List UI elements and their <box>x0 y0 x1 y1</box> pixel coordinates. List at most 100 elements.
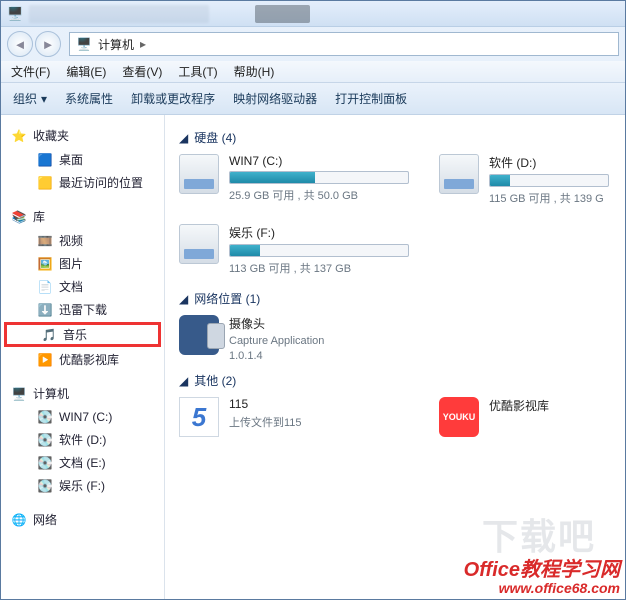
youku-icon: ▶️ <box>37 352 53 368</box>
sidebar-item-label: 最近访问的位置 <box>59 174 143 191</box>
back-button[interactable]: ◄ <box>7 31 33 57</box>
address-bar-row: ◄ ► 🖥️ 计算机 ▸ <box>1 27 625 61</box>
drive-icon <box>179 224 219 264</box>
other-youku[interactable]: YOUKU 优酷影视库 <box>439 397 609 437</box>
star-icon: ⭐ <box>11 128 27 144</box>
main-pane: ◢ 硬盘 (4) WIN7 (C:) 25.9 GB 可用 , 共 50.0 G… <box>165 115 625 599</box>
organize-button[interactable]: 组织 ▾ <box>13 90 47 107</box>
toolbar-controlpanel[interactable]: 打开控制面板 <box>335 90 407 107</box>
sidebar-item-label: 桌面 <box>59 151 83 168</box>
drive-usage-text: 115 GB 可用 , 共 139 G <box>489 190 609 206</box>
video-icon: 🎞️ <box>37 233 53 249</box>
sidebar-favorites-label: 收藏夹 <box>33 127 69 144</box>
item-title: 115 <box>229 397 302 411</box>
menu-file[interactable]: 文件(F) <box>11 63 50 80</box>
sidebar-libraries-label: 库 <box>33 208 45 225</box>
collapse-arrow-icon: ◢ <box>179 374 188 388</box>
sidebar-item-music[interactable]: 🎵 音乐 <box>5 323 160 346</box>
sidebar-network-label: 网络 <box>33 511 57 528</box>
sidebar: ⭐ 收藏夹 🟦 桌面 🟨 最近访问的位置 📚 库 🎞️ 视频 🖼️ <box>1 115 165 599</box>
sidebar-item-label: 文档 <box>59 278 83 295</box>
breadcrumb-sep[interactable]: ▸ <box>140 37 146 51</box>
sidebar-item-drive-c[interactable]: 💽 WIN7 (C:) <box>1 406 164 428</box>
breadcrumb-root[interactable]: 计算机 <box>98 36 134 53</box>
drive-c[interactable]: WIN7 (C:) 25.9 GB 可用 , 共 50.0 GB <box>179 154 409 206</box>
section-header-label: 网络位置 (1) <box>194 290 260 307</box>
drive-grid: WIN7 (C:) 25.9 GB 可用 , 共 50.0 GB 软件 (D:)… <box>179 154 611 276</box>
netloc-camera[interactable]: 摄像头 Capture Application 1.0.1.4 <box>179 315 409 362</box>
sidebar-libraries[interactable]: 📚 库 <box>1 204 164 229</box>
sidebar-network[interactable]: 🌐 网络 <box>1 507 164 532</box>
menu-edit[interactable]: 编辑(E) <box>66 63 106 80</box>
sidebar-computer-label: 计算机 <box>33 385 69 402</box>
toolbar-mapdrive[interactable]: 映射网络驱动器 <box>233 90 317 107</box>
sidebar-item-desktop[interactable]: 🟦 桌面 <box>1 148 164 171</box>
item-title: 优酷影视库 <box>489 397 549 414</box>
drive-icon: 💽 <box>37 409 53 425</box>
watermark-line1: Office教程学习网 <box>464 559 620 581</box>
sidebar-item-label: 迅雷下载 <box>59 301 107 318</box>
usage-meter <box>229 171 409 184</box>
toolbar-uninstall[interactable]: 卸载或更改程序 <box>131 90 215 107</box>
sidebar-item-label: 文档 (E:) <box>59 454 106 471</box>
collapse-arrow-icon: ◢ <box>179 292 188 306</box>
titlebar: 🖥️ <box>1 1 625 27</box>
network-icon: 🌐 <box>11 512 27 528</box>
sidebar-item-youku[interactable]: ▶️ 优酷影视库 <box>1 348 164 371</box>
picture-icon: 🖼️ <box>37 256 53 272</box>
toolbar: 组织 ▾ 系统属性 卸载或更改程序 映射网络驱动器 打开控制面板 <box>1 83 625 115</box>
section-netloc[interactable]: ◢ 网络位置 (1) <box>179 290 611 307</box>
title-blur <box>29 5 209 23</box>
forward-button[interactable]: ► <box>35 31 61 57</box>
sidebar-item-drive-e[interactable]: 💽 文档 (E:) <box>1 451 164 474</box>
sidebar-item-label: 软件 (D:) <box>59 431 106 448</box>
drive-d[interactable]: 软件 (D:) 115 GB 可用 , 共 139 G <box>439 154 609 206</box>
sidebar-item-videos[interactable]: 🎞️ 视频 <box>1 229 164 252</box>
window-icon: 🖥️ <box>7 6 23 22</box>
sidebar-item-recent[interactable]: 🟨 最近访问的位置 <box>1 171 164 194</box>
other-115[interactable]: 5 115 上传文件到115 <box>179 397 409 437</box>
usage-meter <box>229 244 409 257</box>
watermark-line2: www.office68.com <box>464 581 620 596</box>
menu-tools[interactable]: 工具(T) <box>178 63 217 80</box>
nav-buttons: ◄ ► <box>7 31 61 57</box>
menu-bar: 文件(F) 编辑(E) 查看(V) 工具(T) 帮助(H) <box>1 61 625 83</box>
drive-icon <box>179 154 219 194</box>
section-disks[interactable]: ◢ 硬盘 (4) <box>179 129 611 146</box>
sidebar-item-pictures[interactable]: 🖼️ 图片 <box>1 252 164 275</box>
menu-view[interactable]: 查看(V) <box>122 63 162 80</box>
library-icon: 📚 <box>11 209 27 225</box>
drive-icon: 💽 <box>37 478 53 494</box>
sidebar-favorites[interactable]: ⭐ 收藏夹 <box>1 123 164 148</box>
computer-icon: 🖥️ <box>76 36 92 52</box>
desktop-icon: 🟦 <box>37 152 53 168</box>
youku-icon: YOUKU <box>439 397 479 437</box>
drive-name: 软件 (D:) <box>489 154 609 171</box>
section-other[interactable]: ◢ 其他 (2) <box>179 372 611 389</box>
sidebar-item-label: 娱乐 (F:) <box>59 477 105 494</box>
sidebar-item-drive-d[interactable]: 💽 软件 (D:) <box>1 428 164 451</box>
sidebar-item-drive-f[interactable]: 💽 娱乐 (F:) <box>1 474 164 497</box>
toolbar-sysprops[interactable]: 系统属性 <box>65 90 113 107</box>
sidebar-item-thunder[interactable]: ⬇️ 迅雷下载 <box>1 298 164 321</box>
organize-label: 组织 <box>13 90 37 107</box>
drive-name: WIN7 (C:) <box>229 154 409 168</box>
title-blur2 <box>255 5 310 23</box>
section-header-label: 其他 (2) <box>194 372 236 389</box>
content-area: ⭐ 收藏夹 🟦 桌面 🟨 最近访问的位置 📚 库 🎞️ 视频 🖼️ <box>1 115 625 599</box>
sidebar-item-documents[interactable]: 📄 文档 <box>1 275 164 298</box>
drive-f[interactable]: 娱乐 (F:) 113 GB 可用 , 共 137 GB <box>179 224 409 276</box>
section-header-label: 硬盘 (4) <box>194 129 236 146</box>
sidebar-computer[interactable]: 🖥️ 计算机 <box>1 381 164 406</box>
explorer-window: 🖥️ ◄ ► 🖥️ 计算机 ▸ 文件(F) 编辑(E) 查看(V) 工具(T) … <box>0 0 626 600</box>
item-sub: 上传文件到115 <box>229 414 302 430</box>
drive-usage-text: 113 GB 可用 , 共 137 GB <box>229 260 409 276</box>
drive-icon: 💽 <box>37 455 53 471</box>
menu-help[interactable]: 帮助(H) <box>234 63 275 80</box>
recent-icon: 🟨 <box>37 175 53 191</box>
drive-icon: 💽 <box>37 432 53 448</box>
chevron-down-icon: ▾ <box>41 92 47 106</box>
sidebar-item-label: WIN7 (C:) <box>59 410 112 424</box>
watermark: Office教程学习网 www.office68.com <box>464 559 620 596</box>
address-field[interactable]: 🖥️ 计算机 ▸ <box>69 32 619 56</box>
